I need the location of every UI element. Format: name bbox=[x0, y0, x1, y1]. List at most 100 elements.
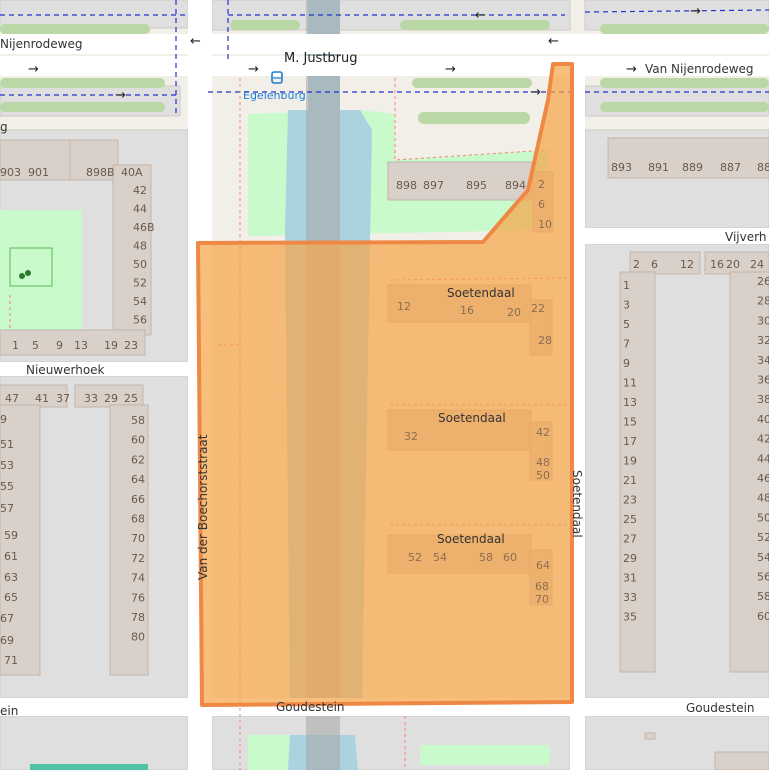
house-number: 2 bbox=[633, 258, 640, 271]
house-number: 48 bbox=[133, 240, 147, 253]
house-number: 33 bbox=[623, 591, 637, 604]
house-number: 6 bbox=[651, 258, 658, 271]
house-number: 60 bbox=[131, 434, 145, 447]
house-number: 60 bbox=[503, 551, 517, 564]
house-number: 1 bbox=[623, 279, 630, 292]
house-number: 15 bbox=[623, 416, 637, 429]
street-label-goudestein-right: Goudestein bbox=[686, 701, 755, 715]
arrow-right-icon: → bbox=[115, 88, 126, 103]
arrow-left-icon: ← bbox=[190, 34, 201, 49]
house-number: 19 bbox=[623, 455, 637, 468]
street-label-soetendaal-3: Soetendaal bbox=[437, 532, 505, 546]
house-number: 898B bbox=[86, 166, 115, 179]
house-number: 53 bbox=[0, 459, 14, 472]
house-number: 894 bbox=[505, 179, 526, 192]
house-number: 42 bbox=[757, 433, 769, 446]
street-label-goudestein-left: ein bbox=[0, 704, 18, 718]
house-number: 65 bbox=[4, 591, 18, 604]
house-number: 46 bbox=[757, 472, 769, 485]
house-number: 3 bbox=[623, 299, 630, 312]
house-number: 28 bbox=[757, 295, 769, 308]
house-number: 7 bbox=[623, 338, 630, 351]
house-number: 56 bbox=[757, 571, 769, 584]
house-number: 901 bbox=[28, 166, 49, 179]
house-number: 31 bbox=[623, 572, 637, 585]
house-number: 23 bbox=[124, 339, 138, 352]
house-number: 16 bbox=[710, 258, 724, 271]
house-number: 27 bbox=[623, 533, 637, 546]
house-number: 40 bbox=[757, 413, 769, 426]
house-number: 29 bbox=[623, 552, 637, 565]
house-number: 895 bbox=[466, 179, 487, 192]
house-number: 50 bbox=[133, 258, 147, 271]
house-number: 25 bbox=[124, 392, 138, 405]
house-number: 897 bbox=[423, 179, 444, 192]
house-number: 54 bbox=[757, 551, 769, 564]
house-number: 893 bbox=[611, 161, 632, 174]
house-number: 64 bbox=[131, 473, 145, 486]
house-number: 891 bbox=[648, 161, 669, 174]
street-label-left-fragment: g bbox=[0, 120, 8, 134]
house-number: 55 bbox=[0, 480, 14, 493]
house-number: 80 bbox=[131, 631, 145, 644]
house-number: 52 bbox=[408, 551, 422, 564]
house-number: 20 bbox=[507, 306, 521, 319]
house-number: 35 bbox=[623, 611, 637, 624]
house-number: 71 bbox=[4, 654, 18, 667]
house-number: 21 bbox=[623, 474, 637, 487]
house-number: 37 bbox=[56, 392, 70, 405]
arrow-right-icon: → bbox=[626, 62, 637, 77]
house-number: 17 bbox=[623, 435, 637, 448]
street-label-justbrug: M. Justbrug bbox=[284, 51, 358, 66]
house-number: 59 bbox=[4, 529, 18, 542]
bus-stop-label[interactable]: Egelenburg bbox=[243, 89, 306, 102]
house-number: 51 bbox=[0, 438, 14, 451]
house-number: 5 bbox=[623, 318, 630, 331]
house-number: 58 bbox=[479, 551, 493, 564]
house-number: 25 bbox=[623, 513, 637, 526]
house-number: 68 bbox=[535, 580, 549, 593]
arrow-right-icon: → bbox=[28, 62, 39, 77]
arrow-right-icon: → bbox=[445, 62, 456, 77]
house-number: 38 bbox=[757, 393, 769, 406]
map-canvas[interactable]: ← ← → → → → ← → → → Nijenrodeweg M. Just… bbox=[0, 0, 769, 770]
house-number: 33 bbox=[84, 392, 98, 405]
house-number: 66 bbox=[131, 493, 145, 506]
house-number: 30 bbox=[757, 314, 769, 327]
house-number: 44 bbox=[133, 203, 147, 216]
house-number: 88 bbox=[757, 161, 769, 174]
street-label-nijenrodeweg-left: Nijenrodeweg bbox=[0, 37, 82, 51]
house-number: 69 bbox=[0, 634, 14, 647]
house-number: 41 bbox=[35, 392, 49, 405]
house-number: 9 bbox=[56, 339, 63, 352]
house-number: 24 bbox=[750, 258, 764, 271]
house-number: 20 bbox=[726, 258, 740, 271]
house-number: 63 bbox=[4, 571, 18, 584]
house-number: 58 bbox=[757, 590, 769, 603]
house-number: 11 bbox=[623, 377, 637, 390]
house-number: 13 bbox=[623, 396, 637, 409]
house-number: 48 bbox=[536, 456, 550, 469]
house-number: 42 bbox=[536, 426, 550, 439]
house-number: 22 bbox=[531, 302, 545, 315]
house-number: 12 bbox=[680, 258, 694, 271]
house-number: 57 bbox=[0, 502, 14, 515]
street-label-goudestein-center: Goudestein bbox=[276, 700, 345, 714]
house-number: 10 bbox=[538, 218, 552, 231]
street-label-soetendaal-1: Soetendaal bbox=[447, 286, 515, 300]
house-number: 29 bbox=[104, 392, 118, 405]
house-number: 56 bbox=[133, 314, 147, 327]
house-number: 44 bbox=[757, 452, 769, 465]
house-number: 13 bbox=[74, 339, 88, 352]
arrow-left-icon: ← bbox=[548, 34, 559, 49]
house-number: 6 bbox=[538, 198, 545, 211]
house-number: 1 bbox=[12, 339, 19, 352]
house-number: 48 bbox=[757, 492, 769, 505]
house-number: 46B bbox=[133, 221, 155, 234]
house-number: 28 bbox=[538, 334, 552, 347]
house-number: 68 bbox=[131, 513, 145, 526]
house-number: 70 bbox=[131, 532, 145, 545]
street-label-van-nijenrodeweg: Van Nijenrodeweg bbox=[645, 62, 754, 76]
house-number: 54 bbox=[433, 551, 447, 564]
arrow-right-icon: → bbox=[530, 85, 541, 100]
